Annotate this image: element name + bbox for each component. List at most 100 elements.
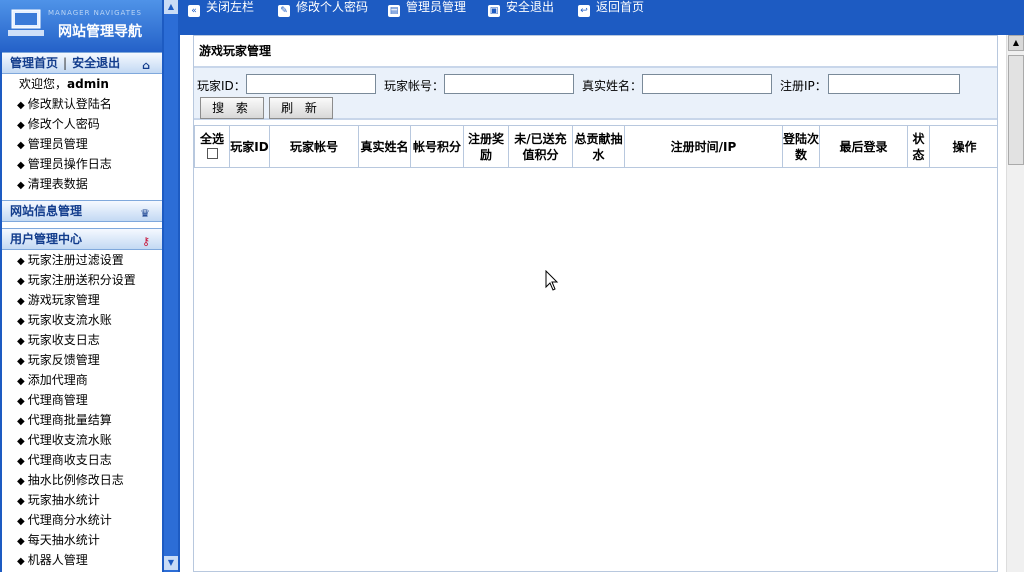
home-icon: ⌂	[142, 59, 150, 72]
admin-manage-button[interactable]: ▤ 管理员管理	[388, 0, 466, 17]
scroll-up-icon[interactable]: ▲	[164, 0, 178, 14]
admin-items: ◆ 修改默认登陆名 ◆ 修改个人密码 ◆ 管理员管理 ◆ 管理员操作日志 ◆ 清理表数据	[2, 94, 162, 194]
diamond-bullet-icon: ◆	[17, 496, 25, 507]
page-title: 游戏玩家管理	[194, 36, 997, 66]
select-all-label: 全选	[199, 131, 224, 146]
sidebar-scrollbar[interactable]: ▲ ▼	[162, 0, 180, 572]
user-section-label: 用户管理中心	[10, 232, 83, 246]
diamond-bullet-icon: ◆	[17, 120, 25, 131]
section-top: 管理首页 | 安全退出 ⌂	[2, 52, 162, 74]
sidebar-item[interactable]: ◆ 玩家收支日志	[2, 330, 162, 350]
sidebar-item[interactable]: ◆ 玩家反馈管理	[2, 350, 162, 370]
sidebar-item-label: 玩家反馈管理	[27, 353, 100, 367]
scroll-up-icon[interactable]: ▲	[1008, 35, 1024, 51]
close-left-button[interactable]: « 关闭左栏	[188, 0, 254, 17]
sidebar-item[interactable]: ◆ 添加代理商	[2, 370, 162, 390]
account-label: 玩家帐号：	[384, 79, 445, 93]
reg-bonus-header: 注册奖励	[463, 125, 509, 168]
status-header: 状态	[907, 125, 930, 168]
reg-ip-label: 注册IP：	[780, 79, 827, 93]
diamond-bullet-icon: ◆	[17, 140, 25, 151]
login-count-header: 登陆次数	[782, 125, 820, 168]
sidebar-item[interactable]: ◆ 修改个人密码	[2, 114, 162, 134]
sidebar-item[interactable]: ◆ 代理收支流水账	[2, 430, 162, 450]
sidebar-item[interactable]: ◆ 代理商管理	[2, 390, 162, 410]
sidebar-item-label: 机器人管理	[27, 553, 88, 567]
sidebar: MANAGER NAVIGATES 网站管理导航 管理首页 | 安全退出 ⌂ 欢迎您…	[0, 0, 180, 572]
back-home-button[interactable]: ↩ 返回首页	[578, 0, 645, 17]
reg-ip-input[interactable]	[828, 74, 960, 94]
refresh-button[interactable]: 刷 新	[269, 97, 333, 119]
sidebar-item[interactable]: ◆ 游戏玩家管理	[2, 290, 162, 310]
content-scrollbar[interactable]: ▲	[1006, 35, 1024, 572]
diamond-bullet-icon: ◆	[17, 376, 25, 387]
sidebar-item[interactable]: ◆ 代理商批量结算	[2, 410, 162, 430]
table-header-row: 全选 玩家ID 玩家帐号 真实姓名 帐号积分 注册奖励 未/已送充值积分 总贡献…	[194, 125, 997, 168]
select-all-header: 全选	[194, 125, 230, 168]
sidebar-item[interactable]: ◆ 清理表数据	[2, 174, 162, 194]
real-name-input[interactable]	[642, 74, 772, 94]
sidebar-item[interactable]: ◆ 代理商收支日志	[2, 450, 162, 470]
double-left-arrow-icon: «	[188, 5, 200, 17]
sidebar-item[interactable]: ◆ 管理员操作日志	[2, 154, 162, 174]
diamond-bullet-icon: ◆	[17, 160, 25, 171]
account-input[interactable]	[444, 74, 574, 94]
player-table: 全选 玩家ID 玩家帐号 真实姓名 帐号积分 注册奖励 未/已送充值积分 总贡献…	[194, 125, 997, 168]
home-return-icon: ↩	[578, 5, 590, 17]
sidebar-item-label: 玩家注册过滤设置	[27, 253, 124, 267]
sidebar-item[interactable]: ◆ 修改默认登陆名	[2, 94, 162, 114]
sidebar-item[interactable]: ◆ 机器人管理	[2, 550, 162, 570]
diamond-bullet-icon: ◆	[17, 396, 25, 407]
sidebar-item[interactable]: ◆ 玩家抽水统计	[2, 490, 162, 510]
commission-header: 总贡献抽水	[572, 125, 625, 168]
logout-link[interactable]: 安全退出	[72, 56, 120, 70]
sidebar-item-label: 管理员管理	[27, 137, 88, 151]
change-password-button[interactable]: ✎ 修改个人密码	[278, 0, 368, 17]
mouse-cursor-icon	[545, 270, 559, 291]
sidebar-item-label: 代理商分水统计	[27, 513, 112, 527]
sidebar-item[interactable]: ◆ 每天抽水统计	[2, 530, 162, 550]
sidebar-item[interactable]: ◆ 玩家注册送积分设置	[2, 270, 162, 290]
sidebar-item-label: 添加代理商	[27, 373, 88, 387]
key-icon: ⚷	[141, 235, 150, 248]
monitor-icon	[8, 9, 44, 36]
logout-button[interactable]: ▣ 安全退出	[488, 0, 554, 17]
diamond-bullet-icon: ◆	[17, 100, 25, 111]
section-site-info[interactable]: 网站信息管理 ♛	[2, 200, 162, 222]
search-button[interactable]: 搜 索	[200, 97, 264, 119]
welcome-text: 欢迎您，admin	[2, 74, 162, 94]
player-id-input[interactable]	[246, 74, 376, 94]
home-link[interactable]: 管理首页	[10, 56, 58, 70]
sidebar-item-label: 玩家收支日志	[27, 333, 100, 347]
player-panel: 游戏玩家管理 玩家ID： 玩家帐号： 真实姓名： 注册IP： 搜 索 刷 新 全…	[193, 35, 998, 572]
select-all-checkbox[interactable]	[206, 147, 218, 159]
player-id-header: 玩家ID	[229, 125, 270, 168]
diamond-bullet-icon: ◆	[17, 356, 25, 367]
sidebar-item-label: 清理表数据	[27, 177, 88, 191]
logo-banner: MANAGER NAVIGATES 网站管理导航	[0, 0, 180, 52]
user-items: ◆ 玩家注册过滤设置 ◆ 玩家注册送积分设置 ◆ 游戏玩家管理 ◆ 玩家收支流水账 ◆ 玩家收支日…	[2, 250, 162, 570]
section-user-center[interactable]: 用户管理中心 ⚷	[2, 228, 162, 250]
nav-menu: 管理首页 | 安全退出 ⌂ 欢迎您，admin ◆ 修改默认登陆名 ◆ 修改个人密码 ◆ 管理…	[2, 52, 162, 572]
back-home-label: 返回首页	[596, 0, 645, 14]
sidebar-item[interactable]: ◆ 玩家收支流水账	[2, 310, 162, 330]
sidebar-item-label: 代理商收支日志	[27, 453, 112, 467]
account-header: 玩家帐号	[269, 125, 359, 168]
sidebar-item[interactable]: ◆ 玩家注册过滤设置	[2, 250, 162, 270]
sidebar-item[interactable]: ◆ 抽水比例修改日志	[2, 470, 162, 490]
ops-header: 操作	[929, 125, 997, 168]
pencil-icon: ✎	[278, 5, 290, 17]
points-header: 帐号积分	[410, 125, 464, 168]
diamond-bullet-icon: ◆	[17, 316, 25, 327]
site-section-label: 网站信息管理	[10, 204, 83, 218]
admin-icon: ▤	[388, 5, 400, 17]
sidebar-item-label: 代理商批量结算	[27, 413, 112, 427]
scroll-down-icon[interactable]: ▼	[164, 556, 178, 570]
diamond-bullet-icon: ◆	[17, 276, 25, 287]
diamond-bullet-icon: ◆	[17, 336, 25, 347]
sidebar-item[interactable]: ◆ 管理员管理	[2, 134, 162, 154]
sidebar-item[interactable]: ◆ 代理商分水统计	[2, 510, 162, 530]
scroll-thumb[interactable]	[1008, 55, 1024, 165]
real-name-header: 真实姓名	[358, 125, 411, 168]
sidebar-item-label: 代理商管理	[27, 393, 88, 407]
